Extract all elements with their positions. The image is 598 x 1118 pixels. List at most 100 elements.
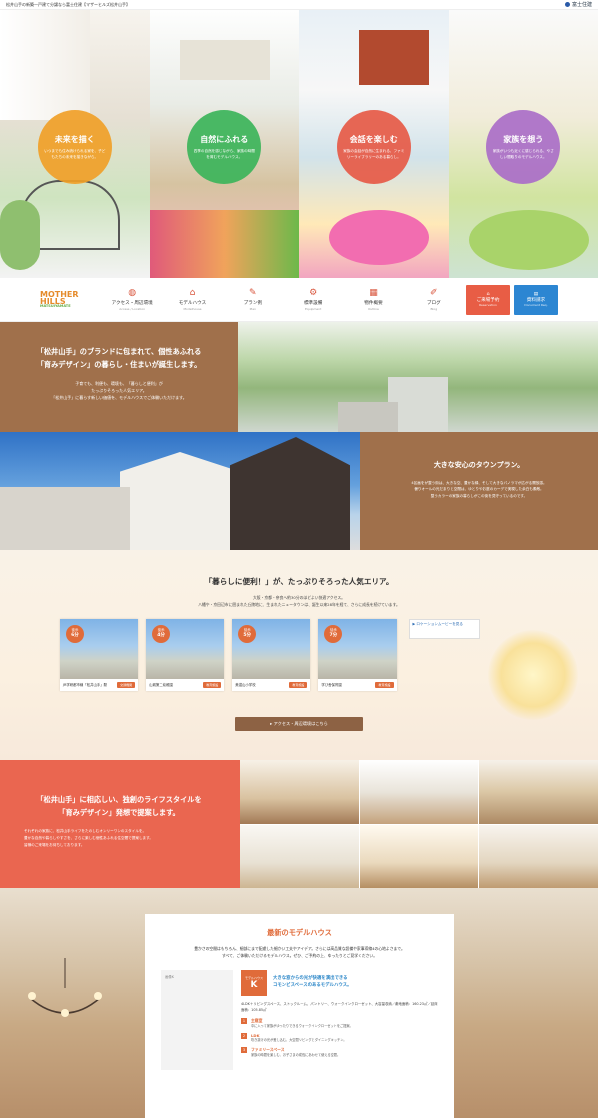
hero-circle-talk: 会話を楽しむ 家族の会話が自然に生まれる、ファミリーライブラリーのある暮らし。 [336,110,411,184]
walk-badge: 徒歩 7分 [324,624,343,643]
circle-title: 自然にふれる [200,135,249,145]
feature-item: 1 主寝室 中に入って家族がゆったりできるウォークインクローゼットをご提案。 [241,1017,438,1029]
feature-text: 家族の時間を楽しむ、お子さまの成長にあわせて使える空間。 [251,1053,341,1058]
modelhouse-heading: 最新のモデルハウス [267,928,332,937]
access-button-label: アクセス・周辺環境はこちら [273,720,328,726]
faucet-icon: ⚙ [309,288,318,298]
hero-panel-family[interactable]: 家族を想う 家族がいつも近くに感じられる、やさしい間取りのモデルハウス。 [448,10,598,278]
lifestyle-title-line1: 「松井山手」に相応しい、独創のライフスタイルを [36,795,202,804]
facility-cards: 徒歩 6分 JR学研都市線「松井山手」駅 交通機関 徒歩 4分 山城第二幼稚園 教育施設… [60,618,481,691]
brand-body-line2: たっぷりそろった人気エリア。 [91,388,147,394]
sun-illustration [488,630,578,720]
nav-label: 物件概要 [364,301,383,306]
hero-panel-talk[interactable]: 会話を楽しむ 家族の会話が自然に生まれる、ファミリーライブラリーのある暮らし。 [299,10,449,278]
nav-modelhouse[interactable]: ⌂ モデルハウス Modelhouse [164,288,220,311]
neighbor-house-shape [0,487,130,550]
facility-photo: 徒歩 4分 [146,618,225,679]
nav-equipment[interactable]: ⚙ 標準設備 Equipment [285,288,341,311]
nav-access[interactable]: ◍ アクセス・周辺環境 Access / Location [104,288,160,311]
logo-sub: MATSUIYAMATE [40,304,71,309]
reserve-sub: Reservation [479,303,497,307]
circle-desc: 家族がいつも近くに感じられる、やさしい間取りのモデルハウス。 [492,149,554,159]
facility-card-kindergarten[interactable]: 徒歩 4分 山城第二幼稚園 教育施設 [146,618,225,691]
house-icon: ⌂ [189,288,196,298]
white-house-shape [120,452,240,550]
modelhouse-section: 最新のモデルハウス 豊かさの空間はもちろん、細部にまで配慮した細かい工夫やアイデ… [0,888,598,1118]
pencil-icon: ✎ [249,288,257,298]
facility-card-nursery[interactable]: 徒歩 7分 学び舎保育園 教育施設 [318,618,397,691]
lifestyle-body-line1: それぞれの家族に、松井山手ライフをたのしむオンリーワンのスタイルを。 [24,828,147,833]
facility-tag: 教育施設 [203,681,222,688]
site-caption: 松井山手の新築一戸建て分譲なら富士住建【マザーヒルズ松井山手】 [6,1,130,7]
hero-panel-nature[interactable]: 自然にふれる 四季の自然を感じながら、家族の時間を育むモデルハウス。 [149,10,299,278]
facility-photo: 徒歩 5分 [232,618,311,679]
nav-label: モデルハウス [178,301,207,306]
location-movie-link[interactable]: ▶ ロケーションムービーを見る [408,618,481,639]
badge-minutes: 5分 [243,633,252,638]
video-label: ロケーションムービーを見る [416,621,463,626]
interior-photo-grid [240,760,598,888]
facility-card-elementary[interactable]: 徒歩 5分 美濃山小学校 教育施設 [232,618,311,691]
interior-photo [240,760,359,824]
modelhouse-k[interactable]: 画像K モデルハウス K 大きな窓からの光が快適を演出できる コモンビスペースのある… [161,969,438,1070]
catch-line1: 大きな窓からの光が快適を演出できる [273,976,348,982]
lifestyle-section: 「松井山手」に相応しい、独創のライフスタイルを 「育みデザイン」発想で提案します。… [0,760,598,888]
facility-photo: 徒歩 7分 [318,618,397,679]
badge-minutes: 7分 [329,633,338,638]
road-photo-detail [338,402,398,432]
shelf-image [179,40,270,80]
hero-circle-family: 家族を想う 家族がいつも近くに感じられる、やさしい間取りのモデルハウス。 [486,110,561,184]
townhouse-photo [0,432,360,550]
nav-blog[interactable]: ✐ ブログ Blog [406,288,462,311]
street-trees-photo [238,322,598,432]
badge-minutes: 6分 [71,633,79,638]
lifestyle-body-line3: 皆様のご来場をお待ちしております。 [24,842,85,847]
circle-desc: 家族の会話が自然に生まれる、ファミリーライブラリーのある暮らし。 [343,149,405,159]
feature-number: 3 [241,1047,247,1054]
feature-item: 2 LDK 吹き抜けの光が差し込む、大空間リビングとダイニングキッチン。 [241,1033,438,1043]
building-icon: ▦ [369,288,378,298]
brand-body-line1: 子育ても、利便も、環境も、「暮らしと便利」が [75,380,163,386]
facility-name: 山城第二幼稚園 [149,683,173,688]
nav-plan[interactable]: ✎ プラン例 Plan [225,288,281,311]
facility-name: 美濃山小学校 [235,683,256,688]
docs-sub: Document Req. [524,303,548,307]
reservation-button[interactable]: ⌂ ご来場予約 Reservation [465,284,510,315]
access-detail-button[interactable]: ▸ アクセス・周辺環境はこちら [235,716,363,731]
global-nav: MOTHER HILLS MATSUIYAMATE ◍ アクセス・周辺環境 Acce… [0,278,598,322]
town-body: 4区画をが整う街は、大きな空、豊かな緑、そして大きなパノラマが広がる開放感。 曇り… [374,480,584,499]
nav-sub: Access / Location [119,307,146,311]
mother-hills-logo[interactable]: MOTHER HILLS MATSUIYAMATE [40,285,100,315]
interior-photo [359,760,479,824]
interior-photo [479,824,598,888]
image-alt-text: 画像K [165,974,175,979]
area-lead-line2: 八幡や・京田辺市に囲まれた丘陵地に、生まれたニュータウンは、誕生以来28年を経て… [198,601,400,607]
hero-panel-future[interactable]: 未来を描く いつまでも住み続けられる家を、子どもたちの未来を描きながら。 [0,10,150,278]
nav-label: ブログ [426,301,441,306]
nav-sub: Blog [430,307,438,311]
document-request-button[interactable]: ▤ 資料請求 Document Req. [513,284,558,315]
facility-tag: 教育施設 [375,681,394,688]
badge-minutes: 4分 [157,633,166,638]
brand-section: 「松井山手」のブランドに包まれて、個性あふれる 「育みデザイン」の暮らし・住まいが… [0,322,598,432]
kbox-letter: K [250,979,258,990]
area-lead-line1: 大阪・京都・奈良へ約30分のほどよい快適アクセス。 [253,595,345,600]
nav-sub: Plan [249,307,257,311]
nav-sub: Outline [368,307,379,311]
hero-circle-nature: 自然にふれる 四季の自然を感じながら、家族の時間を育むモデルハウス。 [187,110,262,184]
nav-label: アクセス・周辺環境 [111,301,153,306]
chandelier-illustration [28,958,102,1017]
dark-house-shape [230,437,350,550]
town-body-line1: 4区画をが整う街は、大きな空、豊かな緑、そして大きなパノラマが広がる開放感。 [411,481,547,485]
facility-card-station[interactable]: 徒歩 6分 JR学研都市線「松井山手」駅 交通機関 [60,618,139,691]
town-body-line2: 曇りオールの光だまりと空間は、ゆとりやお庭のカーデで実現した余白も素敵。 [414,487,544,492]
circle-title: 会話を楽しむ [349,135,398,145]
area-lead: 大阪・京都・奈良へ約30分のほどよい快適アクセス。 八幡や・京田辺市に囲まれた丘陵… [0,595,598,609]
company-logo[interactable]: 富士住建 [564,1,592,8]
feature-text: 中に入って家族がゆったりできるウォークインクローゼットをご提案。 [251,1023,353,1028]
nav-outline[interactable]: ▦ 物件概要 Outline [345,288,401,311]
brand-body: 子育ても、利便も、環境も、「暮らしと便利」が たっぷりそろった人気エリア。 「松井山… [20,380,218,402]
location-icon: ◍ [128,288,137,298]
nav-label: プラン例 [243,301,263,306]
round-rug-image [468,210,589,270]
